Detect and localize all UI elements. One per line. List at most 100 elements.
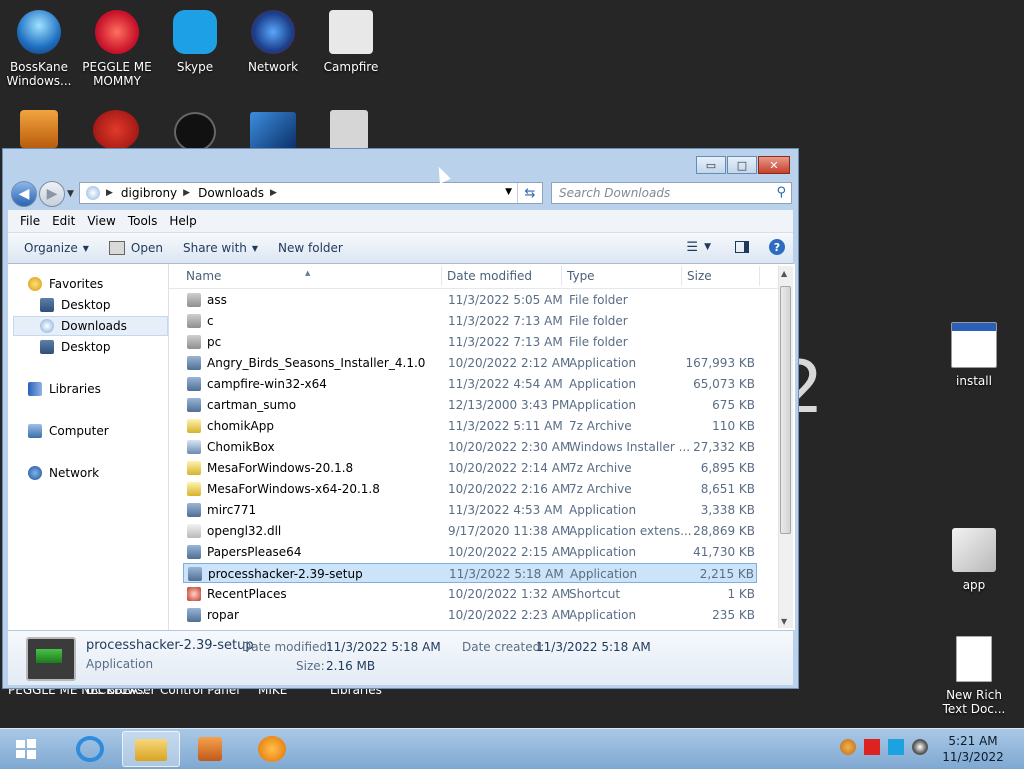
menu-edit[interactable]: Edit <box>52 214 75 228</box>
scrollbar-thumb[interactable] <box>780 286 791 534</box>
file-row[interactable]: ass 11/3/2022 5:05 AM File folder <box>183 290 757 310</box>
column-type[interactable]: Type <box>567 269 595 283</box>
title-bar[interactable]: ▭ □ ✕ <box>3 149 798 177</box>
breadcrumb-separator-icon[interactable]: ▶ <box>183 188 190 198</box>
share-with-button[interactable]: Share with ▼ <box>183 241 258 255</box>
open-button[interactable]: Open <box>108 241 163 255</box>
column-divider[interactable] <box>561 266 562 286</box>
back-button[interactable]: ◀ <box>11 181 37 207</box>
address-dropdown-icon[interactable]: ▼ <box>505 187 512 197</box>
taskbar-file-explorer[interactable] <box>122 731 180 767</box>
maximize-button[interactable]: □ <box>727 156 757 174</box>
desktop-icon-app[interactable]: app <box>935 528 1013 592</box>
file-row[interactable]: RecentPlaces 10/20/2022 1:32 AM Shortcut 1 … <box>183 584 757 604</box>
column-divider[interactable] <box>759 266 760 286</box>
file-row[interactable]: processhacker-2.39-setup 11/3/2022 5:18 A… <box>183 563 757 583</box>
column-divider[interactable] <box>681 266 682 286</box>
file-row[interactable]: Angry_Birds_Seasons_Installer_4.1.0 10/20… <box>183 353 757 373</box>
search-icon[interactable]: ⚲ <box>776 185 786 200</box>
application-icon <box>26 637 76 681</box>
control-panel-icon[interactable] <box>250 112 296 150</box>
organize-button[interactable]: Organize ▼ <box>24 241 89 255</box>
menu-help[interactable]: Help <box>169 214 196 228</box>
search-input[interactable]: Search Downloads ⚲ <box>551 182 792 204</box>
app-icon <box>188 567 202 581</box>
desktop-icon-campfire[interactable]: Campfire <box>312 10 390 74</box>
file-date-modified: 10/20/2022 2:30 AM <box>448 440 571 454</box>
menu-view[interactable]: View <box>87 214 115 228</box>
desktop-icon-skype[interactable]: Skype <box>156 10 234 74</box>
desktop-icon-network[interactable]: Network <box>234 10 312 74</box>
explorer-window[interactable]: ▭ □ ✕ ◀ ▶ ▼ ▶ digibrony ▶ Downloads ▶ ▼ … <box>2 148 799 689</box>
shortcut-icon <box>187 587 201 601</box>
file-row[interactable]: chomikApp 11/3/2022 5:11 AM 7z Archive 110 … <box>183 416 757 436</box>
file-row[interactable]: ChomikBox 10/20/2022 2:30 AM Windows Insta… <box>183 437 757 457</box>
nav-favorites[interactable]: Favorites <box>28 274 103 294</box>
recent-pages-dropdown-icon[interactable]: ▼ <box>67 189 74 199</box>
file-row[interactable]: pc 11/3/2022 7:13 AM File folder <box>183 332 757 352</box>
file-row[interactable]: ropar 10/20/2022 2:23 AM Application 235 KB <box>183 605 757 625</box>
scroll-up-icon[interactable]: ▲ <box>781 269 787 278</box>
file-row[interactable]: c 11/3/2022 7:13 AM File folder <box>183 311 757 331</box>
network-icon <box>28 466 42 480</box>
devpak-icon[interactable] <box>20 110 58 148</box>
preview-pane-icon[interactable] <box>735 241 749 253</box>
menu-file[interactable]: File <box>20 214 40 228</box>
system-tray <box>840 739 936 755</box>
scroll-down-icon[interactable]: ▼ <box>781 617 787 626</box>
view-options-icon[interactable]: ☰ <box>686 240 698 255</box>
column-size[interactable]: Size <box>687 269 712 283</box>
tray-search-icon[interactable] <box>840 739 856 755</box>
file-row[interactable]: MesaForWindows-20.1.8 10/20/2022 2:14 AM 7… <box>183 458 757 478</box>
menu-tools[interactable]: Tools <box>128 214 158 228</box>
close-button[interactable]: ✕ <box>758 156 790 174</box>
nav-libraries[interactable]: Libraries <box>28 379 101 399</box>
system-clock[interactable]: 5:21 AM 11/3/2022 <box>940 733 1006 765</box>
file-row[interactable]: campfire-win32-x64 11/3/2022 4:54 AM Appli… <box>183 374 757 394</box>
desktop-icon-peggle[interactable]: PEGGLE ME MOMMY <box>78 10 156 88</box>
taskbar-internet-explorer[interactable] <box>62 731 120 767</box>
file-row[interactable]: mirc771 11/3/2022 4:53 AM Application 3,338… <box>183 500 757 520</box>
address-bar[interactable]: ▶ digibrony ▶ Downloads ▶ ▼ ⇆ <box>79 182 543 204</box>
help-icon[interactable]: ? <box>769 239 785 255</box>
breadcrumb-separator-icon[interactable]: ▶ <box>106 188 113 198</box>
file-row[interactable]: opengl32.dll 9/17/2020 11:38 AM Applicatio… <box>183 521 757 541</box>
game-icon[interactable] <box>174 112 216 152</box>
speaker-icon[interactable] <box>912 739 928 755</box>
new-folder-button[interactable]: New folder <box>278 241 343 255</box>
refresh-button[interactable]: ⇆ <box>517 183 542 203</box>
file-name: ropar <box>207 608 239 622</box>
desktop-icon-new-rich-text[interactable]: New Rich Text Doc... <box>935 636 1013 716</box>
libraries-icon[interactable] <box>330 110 368 150</box>
vertical-scrollbar[interactable]: ▲ ▼ <box>778 266 793 628</box>
display-icon[interactable] <box>888 739 904 755</box>
file-row[interactable]: PapersPlease64 10/20/2022 2:15 AM Applicat… <box>183 542 757 562</box>
desktop-icon-install[interactable]: install <box>935 322 1013 388</box>
devcpp-icon[interactable] <box>93 110 139 150</box>
nav-downloads[interactable]: Downloads <box>40 316 127 336</box>
minimize-button[interactable]: ▭ <box>696 156 726 174</box>
flag-icon[interactable] <box>864 739 880 755</box>
bosskane-icon <box>17 10 61 54</box>
breadcrumb-digibrony[interactable]: digibrony <box>121 186 177 200</box>
chevron-down-icon[interactable]: ▼ <box>704 242 711 252</box>
file-row[interactable]: cartman_sumo 12/13/2000 3:43 PM Applicatio… <box>183 395 757 415</box>
breadcrumb-separator-icon[interactable]: ▶ <box>270 188 277 198</box>
desktop-icon-bosskane[interactable]: BossKane Windows... <box>0 10 78 88</box>
nav-computer[interactable]: Computer <box>28 421 109 441</box>
start-button[interactable] <box>14 737 38 761</box>
forward-button[interactable]: ▶ <box>39 181 65 207</box>
file-list[interactable]: ▲ Name Date modified Type Size ass 11/3/2… <box>169 264 795 630</box>
nav-desktop-2[interactable]: Desktop <box>40 337 111 357</box>
file-row[interactable]: MesaForWindows-x64-20.1.8 10/20/2022 2:16… <box>183 479 757 499</box>
column-date-modified[interactable]: Date modified <box>447 269 532 283</box>
file-date-modified: 10/20/2022 1:32 AM <box>448 587 571 601</box>
nav-desktop[interactable]: Desktop <box>40 295 111 315</box>
nav-network[interactable]: Network <box>28 463 99 483</box>
taskbar-uc-browser[interactable] <box>244 731 302 767</box>
taskbar-media-player[interactable] <box>182 731 240 767</box>
column-divider[interactable] <box>441 266 442 286</box>
breadcrumb-downloads[interactable]: Downloads <box>198 186 264 200</box>
column-name[interactable]: Name <box>186 269 221 283</box>
app-icon <box>187 377 201 391</box>
